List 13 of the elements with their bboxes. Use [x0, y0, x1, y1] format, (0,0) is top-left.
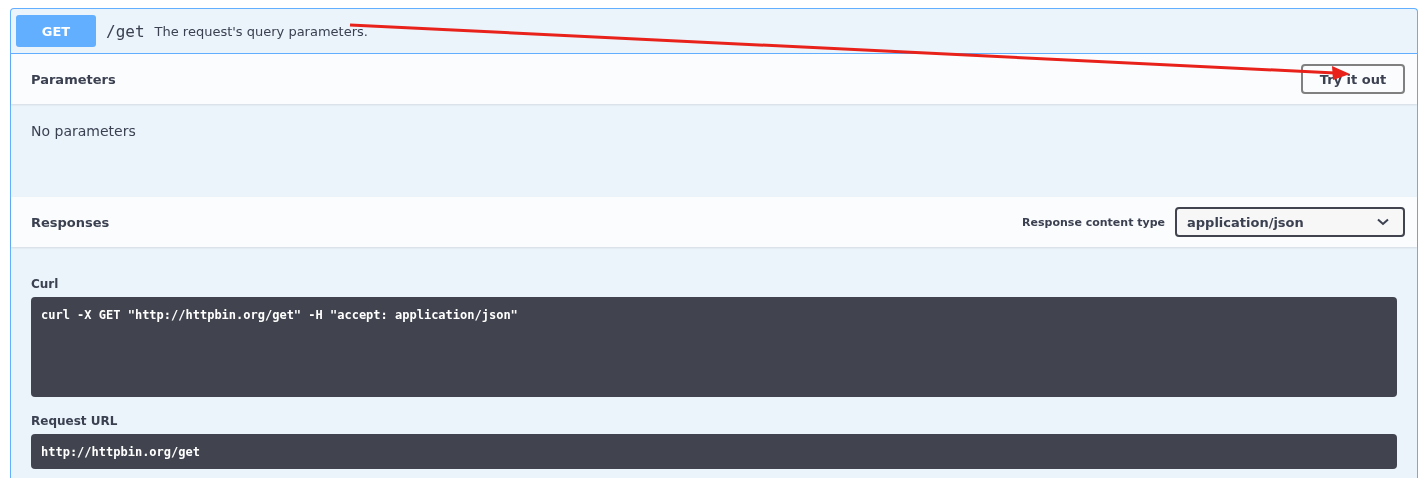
operation-summary: The request's query parameters.: [154, 23, 368, 39]
field-label: Request URL: [31, 414, 119, 428]
section-title: Responses: [31, 214, 110, 230]
field-label: Response content type: [1022, 215, 1165, 229]
chevron-down-icon: [1377, 218, 1389, 226]
section-title: Parameters: [31, 71, 116, 87]
method-badge: GET: [16, 15, 96, 47]
content-type-select[interactable]: application/json: [1175, 207, 1405, 237]
field-label: Curl: [31, 277, 60, 291]
operation-path: /get: [106, 21, 145, 41]
empty-message: No parameters: [31, 123, 136, 139]
code-block: curl -X GET "http://httpbin.org/get" -H "accept: application/json": [31, 297, 1397, 397]
code-block: http://httpbin.org/get: [31, 434, 1397, 469]
